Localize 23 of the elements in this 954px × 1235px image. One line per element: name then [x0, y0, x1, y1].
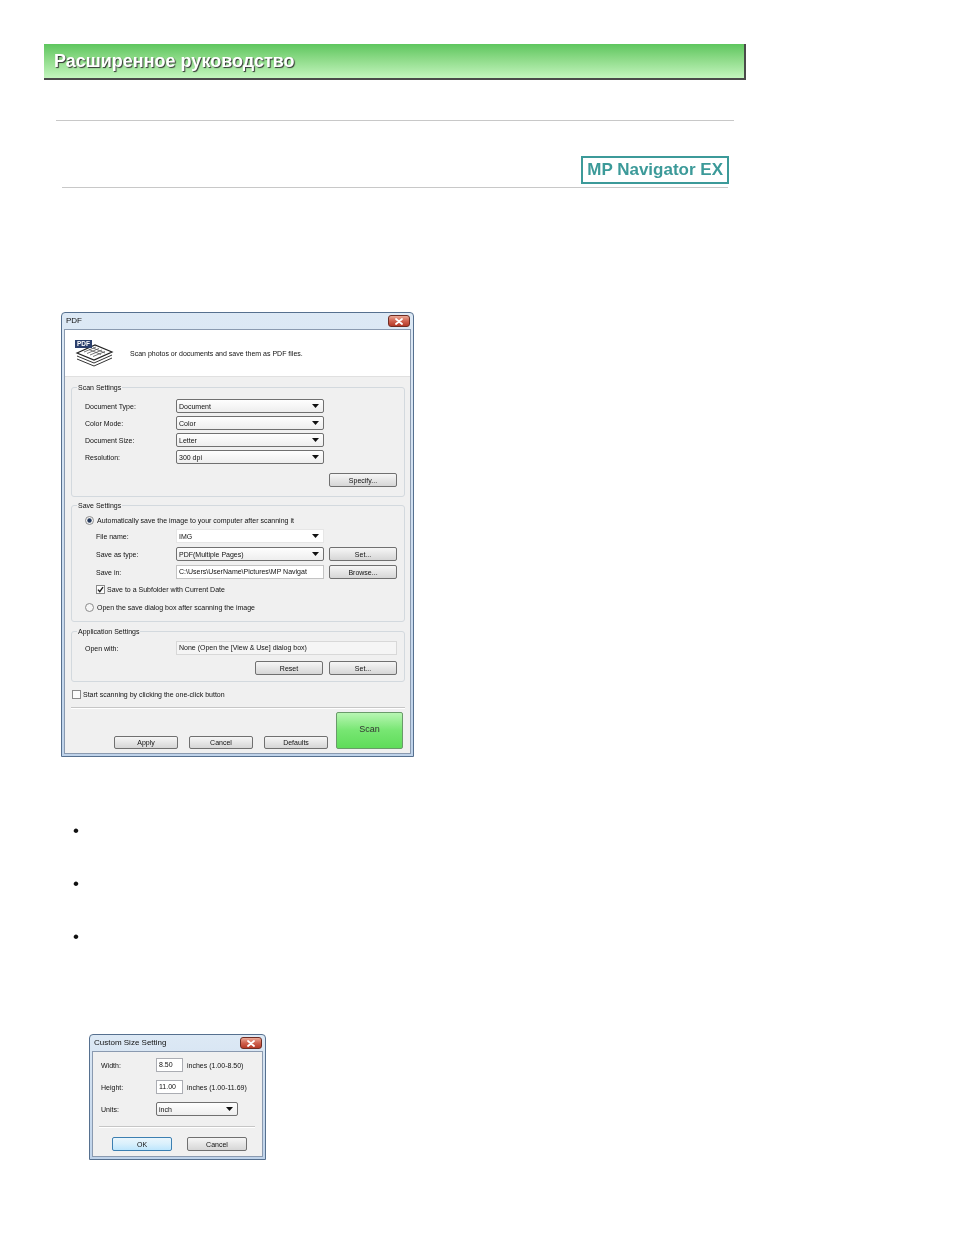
bullet-marker: • [73, 821, 79, 840]
caret-down-icon [226, 1107, 233, 1111]
caret-down-icon [312, 438, 319, 442]
caret-down-icon [312, 552, 319, 556]
dialog-title: PDF [66, 316, 82, 326]
close-icon [395, 317, 403, 325]
scan-button[interactable]: Scan [336, 712, 403, 749]
product-logo: MP Navigator EX [581, 156, 729, 184]
caret-down-icon [312, 404, 319, 408]
bullet-marker: • [73, 927, 79, 946]
caret-down-icon [312, 421, 319, 425]
radio-button[interactable] [85, 602, 94, 612]
checkbox[interactable] [96, 584, 105, 594]
caret-down-icon [312, 455, 319, 459]
bullet-marker: • [73, 874, 79, 893]
close-button[interactable] [240, 1037, 262, 1049]
radio-button[interactable] [85, 515, 94, 525]
close-button[interactable] [388, 315, 410, 327]
header-title: Расширенное руководство [54, 50, 295, 72]
dialog-title: Custom Size Setting [94, 1038, 167, 1048]
close-icon [247, 1039, 255, 1047]
caret-down-icon [312, 534, 319, 538]
checkbox[interactable] [72, 689, 81, 699]
